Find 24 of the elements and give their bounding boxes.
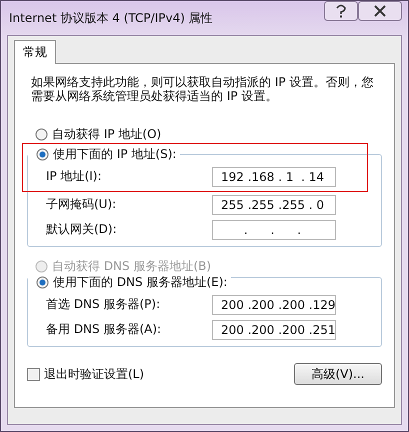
field-label: 备用 DNS 服务器(A): (46, 321, 162, 338)
field-label: IP 地址(I): (46, 168, 102, 186)
radio-button-icon[interactable] (36, 276, 49, 290)
close-icon[interactable] (358, 1, 402, 21)
help-icon[interactable] (324, 1, 358, 21)
radio-button-icon[interactable] (36, 148, 49, 162)
radio-option[interactable]: 自动获得 IP 地址(O) (27, 126, 382, 144)
radio-option[interactable]: 使用下面的 DNS 服务器地址(E): (28, 274, 228, 292)
field-label: 子网掩码(U): (46, 196, 116, 214)
tab[interactable]: 常规 (14, 40, 56, 64)
ip-address-field[interactable]: . . . (212, 220, 336, 240)
radio-option[interactable]: 使用下面的 IP 地址(S): (28, 146, 176, 164)
advanced-button[interactable]: 高级(V)... (294, 363, 382, 386)
description-text: 如果网络支持此功能，则可以获取自动指派的 IP 设置。否则，您需要从网络系统管理员处获得适当的 IP 设置。 (31, 76, 374, 104)
radio-button-icon[interactable] (35, 128, 48, 142)
validate-checkbox[interactable]: 退出时验证设置(L) (27, 366, 144, 383)
ip-address-field[interactable]: 192 .168 . 1 . 14 (212, 166, 336, 187)
checkbox-icon[interactable] (27, 368, 40, 381)
ip-address-field[interactable]: 255 .255 .255 . 0 (212, 194, 336, 215)
ip-address-field[interactable]: 200 .200 .200 .129 (212, 294, 336, 315)
field-label: 默认网关(D): (46, 221, 117, 238)
window-title: Internet 协议版本 4 (TCP/IPv4) 属性 (9, 10, 213, 26)
ip-address-field[interactable]: 200 .200 .200 .251 (212, 320, 336, 340)
field-label: 首选 DNS 服务器(P): (46, 296, 160, 314)
